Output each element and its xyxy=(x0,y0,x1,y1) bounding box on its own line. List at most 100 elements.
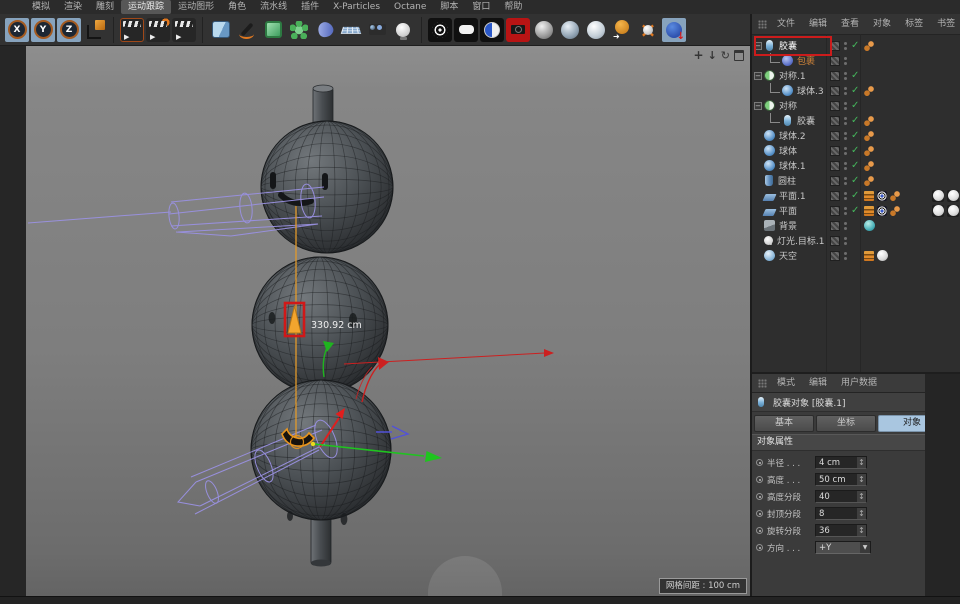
material-ball-icon[interactable] xyxy=(932,190,944,202)
layer-toggle-icon[interactable] xyxy=(830,191,840,201)
stepper-arrows-icon[interactable]: ↕ xyxy=(857,491,866,502)
menu-item-文件[interactable]: 文件 xyxy=(770,17,802,31)
enabled-check-icon[interactable]: ✓ xyxy=(851,190,859,201)
menu-item-帮助[interactable]: 帮助 xyxy=(497,0,529,14)
animation-toggle-icon[interactable] xyxy=(756,544,763,551)
octane-diffuse-material-icon[interactable] xyxy=(532,18,556,42)
motion-tracker-scene-icon[interactable] xyxy=(172,18,196,42)
visibility-dots[interactable] xyxy=(844,57,847,65)
tab-基本[interactable]: 基本 xyxy=(754,415,814,432)
octane-tag-icon[interactable] xyxy=(877,191,887,201)
rotate-icon[interactable]: ↻ xyxy=(721,50,730,61)
phong-tag-icon[interactable] xyxy=(864,41,874,51)
value-field[interactable]: 8↕ xyxy=(815,507,867,520)
enabled-check-icon[interactable]: ✓ xyxy=(851,130,859,141)
phong-tag-icon[interactable] xyxy=(864,86,874,96)
layer-toggle-icon[interactable] xyxy=(830,56,840,66)
axis-y-lock-icon[interactable]: Y xyxy=(31,18,55,42)
object-row[interactable]: 球体.1✓ xyxy=(752,158,960,173)
object-row[interactable]: 天空 xyxy=(752,248,960,263)
layer-toggle-icon[interactable] xyxy=(830,41,840,51)
menu-item-模式[interactable]: 模式 xyxy=(770,376,802,390)
expand-toggle[interactable]: − xyxy=(754,72,762,80)
octane-live-viewer-icon[interactable] xyxy=(428,18,452,42)
octane-mix-material-icon[interactable] xyxy=(636,18,660,42)
maximize-icon[interactable] xyxy=(734,50,744,61)
deformer-icon[interactable] xyxy=(313,18,337,42)
menu-item-窗口[interactable]: 窗口 xyxy=(465,0,497,14)
phong-tag-icon[interactable] xyxy=(864,146,874,156)
layer-toggle-icon[interactable] xyxy=(830,71,840,81)
object-row[interactable]: 球体.3✓ xyxy=(752,83,960,98)
layer-toggle-icon[interactable] xyxy=(830,131,840,141)
compositing-tag-icon[interactable] xyxy=(864,251,874,261)
phong-tag-icon[interactable] xyxy=(864,131,874,141)
octane-glossy-material-icon[interactable] xyxy=(558,18,582,42)
enabled-check-icon[interactable]: ✓ xyxy=(851,160,859,171)
layer-toggle-icon[interactable] xyxy=(830,146,840,156)
material-white-tag-icon[interactable] xyxy=(877,250,888,261)
object-row[interactable]: 平面.1✓ xyxy=(752,188,960,203)
menu-item-运动图形[interactable]: 运动图形 xyxy=(171,0,221,14)
phong-tag-icon[interactable] xyxy=(890,191,900,201)
material-ball-icon[interactable] xyxy=(947,190,959,202)
spline-pen-icon[interactable] xyxy=(235,18,259,42)
menu-item-插件[interactable]: 插件 xyxy=(294,0,326,14)
enabled-check-icon[interactable]: ✓ xyxy=(851,145,859,156)
menu-item-流水线[interactable]: 流水线 xyxy=(253,0,294,14)
animation-toggle-icon[interactable] xyxy=(756,459,763,466)
axis-z-lock-icon[interactable]: Z xyxy=(57,18,81,42)
visibility-dots[interactable] xyxy=(844,72,847,80)
menu-item-查看[interactable]: 查看 xyxy=(834,17,866,31)
visibility-dots[interactable] xyxy=(844,177,847,185)
visibility-dots[interactable] xyxy=(844,237,847,245)
phong-tag-icon[interactable] xyxy=(864,176,874,186)
zoom-icon[interactable]: ↓ xyxy=(708,50,717,61)
enabled-check-icon[interactable]: ✓ xyxy=(851,205,859,216)
stepper-arrows-icon[interactable]: ↕ xyxy=(857,508,866,519)
object-row[interactable]: 背景 xyxy=(752,218,960,233)
object-row[interactable]: −胶囊✓ xyxy=(752,38,960,53)
object-row[interactable]: 球体✓ xyxy=(752,143,960,158)
menu-item-对象[interactable]: 对象 xyxy=(866,17,898,31)
expand-toggle[interactable]: − xyxy=(754,102,762,110)
layer-toggle-icon[interactable] xyxy=(830,86,840,96)
menu-item-运动跟踪[interactable]: 运动跟踪 xyxy=(121,0,171,14)
octane-specular-material-icon[interactable] xyxy=(584,18,608,42)
visibility-dots[interactable] xyxy=(844,207,847,215)
phong-tag-icon[interactable] xyxy=(890,206,900,216)
object-row[interactable]: 平面✓ xyxy=(752,203,960,218)
enabled-check-icon[interactable]: ✓ xyxy=(851,115,859,126)
axis-x-lock-icon[interactable]: X xyxy=(5,18,29,42)
layer-toggle-icon[interactable] xyxy=(830,251,840,261)
menu-item-雕刻[interactable]: 雕刻 xyxy=(89,0,121,14)
subdivision-surface-icon[interactable] xyxy=(261,18,285,42)
animation-toggle-icon[interactable] xyxy=(756,476,763,483)
layer-toggle-icon[interactable] xyxy=(830,236,840,246)
enabled-check-icon[interactable]: ✓ xyxy=(851,70,859,81)
layer-toggle-icon[interactable] xyxy=(830,101,840,111)
enabled-check-icon[interactable]: ✓ xyxy=(851,85,859,96)
octane-settings-icon[interactable] xyxy=(480,18,504,42)
layer-toggle-icon[interactable] xyxy=(830,161,840,171)
primitive-cube-icon[interactable] xyxy=(209,18,233,42)
floor-icon[interactable] xyxy=(339,18,363,42)
layer-toggle-icon[interactable] xyxy=(830,206,840,216)
layer-toggle-icon[interactable] xyxy=(830,221,840,231)
light-icon[interactable] xyxy=(391,18,415,42)
menu-item-脚本[interactable]: 脚本 xyxy=(433,0,465,14)
menu-item-X-Particles[interactable]: X-Particles xyxy=(326,0,387,14)
object-row[interactable]: −对称✓ xyxy=(752,98,960,113)
menu-item-编辑[interactable]: 编辑 xyxy=(802,17,834,31)
material-ball-icon[interactable] xyxy=(932,205,944,217)
octane-render-region-icon[interactable] xyxy=(454,18,478,42)
object-row[interactable]: 圆柱✓ xyxy=(752,173,960,188)
menu-item-Octane[interactable]: Octane xyxy=(387,0,433,14)
layer-toggle-icon[interactable] xyxy=(830,116,840,126)
layer-toggle-icon[interactable] xyxy=(830,176,840,186)
motion-tracker-solver-icon[interactable] xyxy=(146,18,170,42)
octane-camera-icon[interactable] xyxy=(506,18,530,42)
coordinate-system-icon[interactable] xyxy=(83,18,107,42)
visibility-dots[interactable] xyxy=(844,87,847,95)
visibility-dots[interactable] xyxy=(844,192,847,200)
